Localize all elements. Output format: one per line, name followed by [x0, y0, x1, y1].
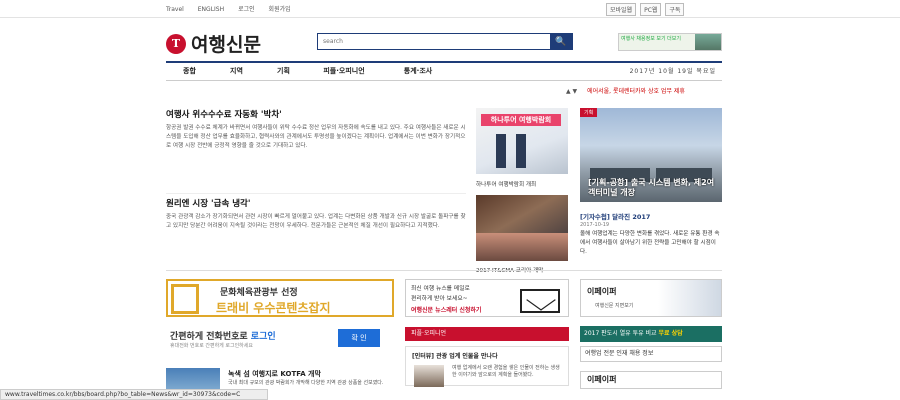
site-logo[interactable]: T 여행신문 [166, 30, 261, 57]
logo-text: 여행신문 [191, 34, 261, 56]
search-icon: 🔍 [555, 36, 567, 46]
browser-status-bar: www.traveltimes.co.kr/bbs/board.php?bo_t… [0, 389, 268, 400]
consult-ad-text: 2017 판도시 열유 투유 비교 [584, 330, 659, 337]
crowd-image [476, 233, 568, 261]
search-box: 🔍 [317, 33, 573, 50]
phone-login-text: 간편하게 전화번호로 로그인 [170, 329, 276, 342]
search-button[interactable]: 🔍 [550, 34, 572, 49]
person-figure [496, 134, 506, 168]
newsletter-line2: 편리하게 받아 보세요~ [411, 296, 468, 302]
newsletter-ad[interactable]: 최신 여행 뉴스를 메일로 편리하게 받아 보세요~ 여행신문 뉴스레터 신청하… [405, 279, 569, 317]
photo-thumb-expo[interactable]: 하나투어 여행박람회 [476, 108, 568, 174]
top-link-login[interactable]: 로그인 [238, 6, 255, 13]
epaper-subtitle: 여행신문 지면보기 [595, 303, 634, 309]
top-links: Travel ENGLISH 로그인 회원가입 [166, 4, 303, 13]
second-story-headline[interactable]: 원리엔 시장 '급속 냉각' [166, 197, 466, 209]
top-banner-image [695, 34, 721, 50]
culture-ad-line2: 트래비 우수콘텐츠잡지 [216, 301, 331, 315]
culture-award-ad[interactable]: 문화체육관광부 선정 트래비 우수콘텐츠잡지 [166, 279, 394, 317]
feature-photo-airport[interactable]: 기획 [기획-공항] 출국 시스템 변화, 제2여객터미널 개장 [580, 108, 722, 202]
portrait-image [414, 365, 444, 387]
consult-ad[interactable]: 2017 판도시 열유 투유 비교 무료 상담 [580, 326, 722, 342]
column-headline[interactable]: [기자수첩] 달라진 2017 [580, 211, 650, 221]
logo-mark-icon: T [166, 33, 186, 54]
nav-item-people[interactable]: 피플·오피니언 [307, 63, 381, 80]
nav-date: 2017년 10월 19일 목요일 [629, 68, 716, 75]
mobile-web-button[interactable]: 모바일웹 [606, 3, 637, 16]
people-body: 여행 업계에서 오랜 경험을 쌓은 인물이 전하는 생생한 이야기와 앞으로의 … [452, 365, 560, 378]
lead-story-body: 항공권 발권 수수료 체계가 바뀌면서 여행사들이 위탁 수수료 정산 업무의 … [166, 125, 466, 149]
phone-login-ad[interactable]: 간편하게 전화번호로 로그인 휴대전화 번호로 간편하게 로그인하세요 확 인 [166, 325, 394, 351]
feature-tag: 기획 [580, 108, 598, 117]
ticker-headline[interactable]: 에어서울, 롯데렌터카와 상호 업무 제휴 [587, 88, 685, 95]
people-headline[interactable]: [인터뷰] 관광 업계 인물을 만나다 [412, 351, 498, 360]
top-link-english[interactable]: ENGLISH [198, 6, 224, 13]
column-body: 올해 여행업계는 다양한 변화를 겪었다. 새로운 유통 환경 속에서 여행사들… [580, 231, 720, 255]
bottom-news-body: 국내 최대 규모의 관광 박람회가 개막해 다양한 지역 관광 상품을 선보였다… [228, 380, 384, 386]
top-banner-ad[interactable]: 여행사 채용정보 보기 더보기 [618, 33, 722, 51]
bottom-news-headline[interactable]: 녹색 섬 여행지로 KOTFA 개막 [228, 369, 321, 379]
nav-item-feature[interactable]: 기획 [260, 63, 307, 80]
recruit-ad[interactable]: 여행업 전문 인재 채용 정보 [580, 346, 722, 362]
photo-caption-expo[interactable]: 하나투어 여행박람회 개최 [476, 180, 570, 188]
top-right-buttons: 모바일웹 PC웹 구독 [606, 3, 685, 16]
second-story[interactable]: 원리엔 시장 '급속 냉각' 중국 관광객 감소가 장기화되면서 관련 시장이 … [166, 193, 466, 259]
phone-login-subtext: 휴대전화 번호로 간편하게 로그인하세요 [170, 343, 253, 349]
column-date: 2017-10-19 [580, 222, 610, 228]
nav-item-stats[interactable]: 통계·조사 [381, 63, 455, 80]
pc-web-button[interactable]: PC웹 [640, 3, 662, 16]
ticker-controls[interactable]: ▲ ▼ [566, 88, 577, 95]
book-icon [171, 284, 199, 314]
phone-login-main: 간편하게 전화번호로 [170, 332, 251, 342]
search-input[interactable] [318, 34, 550, 49]
photo-thumb-conference[interactable] [476, 195, 568, 261]
expo-banner: 하나투어 여행박람회 [481, 114, 561, 126]
newsletter-line1: 최신 여행 뉴스를 메일로 [411, 286, 470, 292]
subscribe-button[interactable]: 구독 [665, 3, 685, 16]
newsletter-cta[interactable]: 여행신문 뉴스레터 신청하기 [411, 305, 481, 314]
phone-login-highlight: 로그인 [250, 332, 276, 342]
people-item[interactable]: [인터뷰] 관광 업계 인물을 만나다 여행 업계에서 오랜 경험을 쌓은 인물… [405, 346, 569, 387]
epaper-title: 이페이퍼 [587, 287, 617, 296]
person-figure [516, 134, 526, 168]
nav-item-general[interactable]: 종합 [166, 63, 213, 80]
top-utility-bar: Travel ENGLISH 로그인 회원가입 모바일웹 PC웹 구독 [0, 0, 900, 18]
news-ticker: ▲ ▼ 에어서울, 롯데렌터카와 상호 업무 제휴 [566, 86, 685, 95]
top-link-travel[interactable]: Travel [166, 6, 184, 13]
lead-story[interactable]: 여행사 위수수수료 자동화 '박차' 항공권 발권 수수료 체계가 바뀌면서 여… [166, 108, 466, 180]
top-banner-text: 여행사 채용정보 보기 더보기 [621, 36, 681, 42]
epaper-ad-2[interactable]: 이페이퍼 [580, 371, 722, 389]
envelope-icon [520, 289, 560, 313]
section-divider [166, 270, 722, 271]
tab-people[interactable]: 피플·오피니언 [405, 327, 569, 341]
page: Travel ENGLISH 로그인 회원가입 모바일웹 PC웹 구독 T 여행… [0, 0, 900, 400]
feature-caption: [기획-공항] 출국 시스템 변화, 제2여객터미널 개장 [588, 178, 715, 197]
confirm-button[interactable]: 확 인 [338, 329, 380, 347]
second-story-body: 중국 관광객 감소가 장기화되면서 관련 시장이 빠르게 얼어붙고 있다. 업계… [166, 214, 466, 229]
top-link-signup[interactable]: 회원가입 [269, 6, 291, 13]
main-nav: 종합 지역 기획 피플·오피니언 통계·조사 2017년 10월 19일 목요일 [166, 61, 722, 81]
epaper-ad[interactable]: 이페이퍼 여행신문 지면보기 [580, 279, 722, 317]
consult-ad-highlight: 무료 상담 [658, 330, 683, 337]
lead-story-headline[interactable]: 여행사 위수수수료 자동화 '박차' [166, 108, 466, 120]
nav-item-region[interactable]: 지역 [213, 63, 260, 80]
culture-ad-line1: 문화체육관광부 선정 [220, 288, 298, 298]
